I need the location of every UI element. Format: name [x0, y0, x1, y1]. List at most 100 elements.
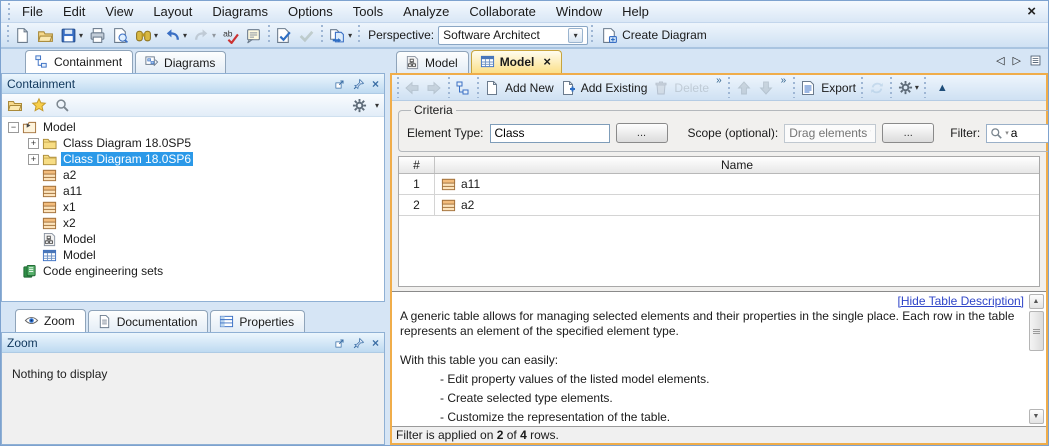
export-button[interactable]: Export [797, 78, 859, 98]
tree-item-code-engineering-sets[interactable]: Code engineering sets [2, 263, 384, 279]
add-existing-button[interactable]: Add Existing [557, 78, 651, 98]
menubar-drag-handle[interactable] [7, 3, 10, 20]
open-element-icon[interactable] [7, 97, 23, 113]
redo-dropdown-icon[interactable]: ▾ [212, 31, 216, 40]
scope-browse-button[interactable]: ... [882, 123, 934, 143]
gear-dropdown-icon[interactable]: ▾ [915, 83, 919, 92]
close-panel-icon[interactable]: × [372, 336, 379, 350]
menu-file[interactable]: File [12, 2, 53, 21]
save-dropdown-icon[interactable]: ▾ [79, 31, 83, 40]
menu-window[interactable]: Window [546, 2, 612, 21]
expand-expander-icon[interactable]: + [28, 154, 39, 165]
move-down-button[interactable] [755, 78, 777, 98]
menu-edit[interactable]: Edit [53, 2, 95, 21]
find-dropdown-icon[interactable]: ▾ [154, 31, 158, 40]
collapse-criteria-icon[interactable]: ▲ [929, 80, 956, 96]
search-dropdown-icon[interactable]: ▾ [1005, 129, 1009, 137]
hide-table-description-link[interactable]: [Hide Table Description] [897, 294, 1024, 309]
tree-item-a2[interactable]: a2 [2, 167, 384, 183]
tab-zoom[interactable]: Zoom [15, 309, 86, 332]
menu-collaborate[interactable]: Collaborate [459, 2, 546, 21]
table-row[interactable]: 2 a2 [399, 195, 1039, 216]
expand-expander-icon[interactable]: + [28, 138, 39, 149]
element-name-cell[interactable]: a2 [461, 198, 474, 212]
tab-scroll-right-icon[interactable]: ▷ [1013, 54, 1021, 67]
back-button[interactable] [401, 78, 423, 98]
forward-button[interactable] [423, 78, 445, 98]
tree-item-model-diagram[interactable]: Model [2, 231, 384, 247]
menu-tools[interactable]: Tools [343, 2, 393, 21]
open-project-button[interactable] [34, 25, 57, 46]
toolbar-group-handle[interactable] [924, 77, 927, 98]
commit-button[interactable]: ▾ [325, 25, 355, 46]
tab-diagrams[interactable]: Diagrams [135, 51, 226, 73]
element-name-cell[interactable]: a11 [461, 177, 480, 191]
refresh-button[interactable] [866, 78, 888, 98]
delete-button[interactable]: Delete [650, 78, 712, 98]
menu-view[interactable]: View [95, 2, 143, 21]
save-button[interactable]: ▾ [57, 25, 86, 46]
tab-containment[interactable]: Containment [25, 50, 133, 73]
undo-dropdown-icon[interactable]: ▾ [183, 31, 187, 40]
redo-button[interactable]: ▾ [190, 25, 219, 46]
toolbar-group-handle[interactable] [728, 77, 731, 98]
tab-properties[interactable]: Properties [210, 310, 305, 332]
comment-button[interactable] [242, 25, 265, 46]
tree-item-model-root[interactable]: − Model [2, 119, 384, 135]
perspective-dropdown-icon[interactable]: ▾ [574, 31, 578, 40]
gear-dropdown-icon[interactable]: ▾ [375, 101, 379, 110]
menu-diagrams[interactable]: Diagrams [202, 2, 278, 21]
search-icon[interactable] [55, 98, 70, 113]
toolbar-group-handle[interactable] [861, 77, 864, 98]
check-syntax-button[interactable] [295, 25, 318, 46]
undo-button[interactable]: ▾ [161, 25, 190, 46]
toolbar-group-handle[interactable] [396, 77, 399, 98]
toolbar-group-handle[interactable] [792, 77, 795, 98]
filter-input[interactable] [1011, 126, 1049, 140]
window-close-icon[interactable]: × [1019, 3, 1044, 20]
close-tab-icon[interactable]: × [543, 54, 551, 69]
toolbar-drag-handle[interactable] [6, 25, 9, 45]
toolbar-group-handle[interactable] [357, 25, 360, 45]
menu-layout[interactable]: Layout [143, 2, 202, 21]
scroll-up-icon[interactable]: ▲ [1029, 294, 1044, 309]
menu-options[interactable]: Options [278, 2, 343, 21]
menu-help[interactable]: Help [612, 2, 659, 21]
perspective-select[interactable]: Software Architect ▾ [438, 26, 588, 45]
tab-model-table[interactable]: Model × [471, 50, 562, 73]
tree-item-x2[interactable]: x2 [2, 215, 384, 231]
tab-scroll-left-icon[interactable]: ◁ [996, 54, 1004, 67]
column-header-name[interactable]: Name [435, 157, 1039, 173]
scrollbar-thumb[interactable] [1029, 311, 1044, 351]
gear-icon[interactable] [352, 98, 367, 113]
tab-list-icon[interactable] [1029, 54, 1042, 67]
toolbar-group-handle[interactable] [890, 77, 893, 98]
scroll-down-icon[interactable]: ▼ [1029, 409, 1044, 424]
toolbar-group-handle[interactable] [320, 25, 323, 45]
close-panel-icon[interactable]: × [372, 77, 379, 91]
new-project-button[interactable] [11, 25, 34, 46]
print-button[interactable] [86, 25, 109, 46]
add-new-button[interactable]: Add New [481, 78, 557, 98]
select-in-containment-button[interactable] [452, 78, 474, 98]
favorites-star-icon[interactable] [31, 97, 47, 113]
tree-item-model-table[interactable]: Model [2, 247, 384, 263]
toolbar-group-handle[interactable] [476, 77, 479, 98]
find-button[interactable]: ▾ [132, 25, 161, 46]
description-scrollbar[interactable]: ▲ ▼ [1028, 294, 1044, 424]
validate-button[interactable] [272, 25, 295, 46]
toolbar-overflow-icon[interactable]: » [716, 75, 722, 86]
element-type-browse-button[interactable]: ... [616, 123, 668, 143]
table-row[interactable]: 1 a11 [399, 174, 1039, 195]
tree-item-class-diagram-sp6[interactable]: + Class Diagram 18.0SP6 [2, 151, 384, 167]
filter-search-box[interactable]: ▾ × [986, 124, 1049, 143]
toolbar-group-handle[interactable] [267, 25, 270, 45]
commit-dropdown-icon[interactable]: ▾ [348, 31, 352, 40]
element-type-input[interactable] [490, 124, 610, 143]
pin-panel-icon[interactable] [353, 78, 365, 90]
create-diagram-button[interactable]: Create Diagram [595, 25, 713, 46]
tab-model-diagram[interactable]: Model [396, 51, 469, 73]
move-up-button[interactable] [733, 78, 755, 98]
toolbar-overflow-icon[interactable]: » [781, 75, 787, 86]
column-header-number[interactable]: # [399, 157, 435, 173]
